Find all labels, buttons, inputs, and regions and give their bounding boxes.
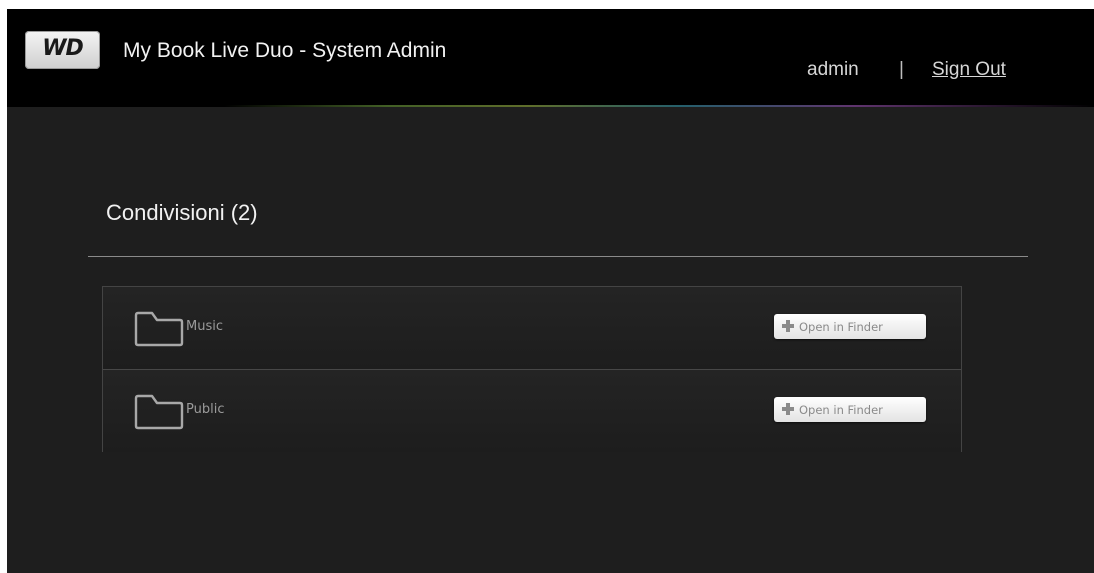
wd-logo[interactable]: WD bbox=[25, 31, 100, 69]
plus-icon bbox=[782, 320, 794, 332]
header-bar: WD My Book Live Duo - System Admin admin… bbox=[7, 9, 1094, 107]
share-name: Music bbox=[186, 319, 223, 334]
title-divider bbox=[88, 256, 1028, 257]
page-title: Condivisioni (2) bbox=[106, 200, 258, 225]
open-in-finder-label: Open in Finder bbox=[799, 403, 883, 417]
user-name: admin bbox=[807, 59, 859, 80]
share-name: Public bbox=[186, 402, 225, 417]
folder-icon bbox=[134, 311, 184, 347]
folder-icon bbox=[134, 394, 184, 430]
sign-out-link[interactable]: Sign Out bbox=[932, 59, 1006, 81]
wd-logo-text: WD bbox=[42, 36, 84, 61]
share-list: Music Open in Finder Public Open in Find… bbox=[102, 286, 962, 452]
share-row-music[interactable]: Music Open in Finder bbox=[103, 287, 961, 370]
header-divider bbox=[7, 105, 1094, 107]
header-separator: | bbox=[899, 59, 904, 80]
plus-icon bbox=[782, 403, 794, 415]
open-in-finder-button[interactable]: Open in Finder bbox=[774, 314, 926, 339]
open-in-finder-button[interactable]: Open in Finder bbox=[774, 397, 926, 422]
app-window: WD My Book Live Duo - System Admin admin… bbox=[7, 9, 1094, 573]
share-row-public[interactable]: Public Open in Finder bbox=[103, 370, 961, 452]
app-title: My Book Live Duo - System Admin bbox=[123, 39, 447, 62]
open-in-finder-label: Open in Finder bbox=[799, 320, 883, 334]
